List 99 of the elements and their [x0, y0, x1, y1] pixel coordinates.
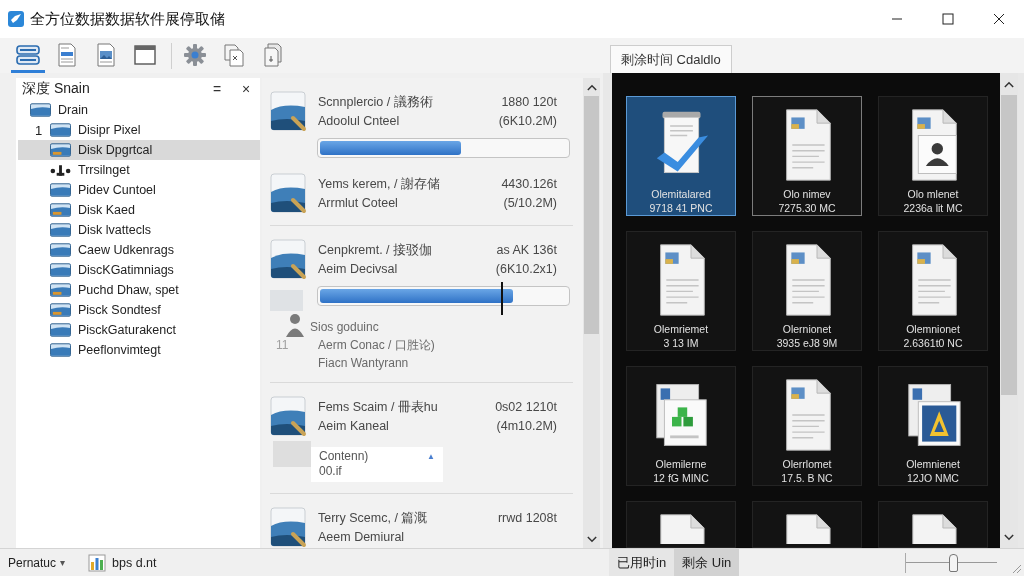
view-dropdown[interactable]: Pernatuc ▾	[8, 555, 66, 570]
close-panel-button[interactable]: ×	[236, 79, 256, 99]
tree-item[interactable]: Pidev Cuntoel	[18, 180, 260, 200]
drive-icon	[50, 243, 71, 257]
settings-icon	[182, 42, 208, 68]
entry-detail: (5/10.2M)	[503, 195, 557, 212]
drive-icon	[50, 223, 71, 237]
file-tile[interactable]	[878, 501, 988, 548]
attachment-label: Contenn)	[319, 449, 369, 464]
entry-title: Yems kerem, / 謝存储	[318, 176, 440, 193]
app-icon	[8, 11, 24, 27]
drive-icon	[50, 343, 71, 357]
entry-detail: (6K10.2M)	[498, 113, 557, 130]
tree-item[interactable]: Caew Udkenrags	[18, 240, 260, 260]
drive-icon	[50, 183, 71, 197]
disk-stack-icon	[15, 42, 41, 68]
entry-subtitle: Aeim Kaneal	[318, 418, 389, 435]
tree-item[interactable]: Pisck Sondtesf	[18, 300, 260, 320]
tagged-drive-icon	[50, 283, 71, 297]
resize-grip-icon	[1010, 562, 1022, 574]
chevron-down-icon	[1004, 533, 1014, 541]
entry-size: 1880 120t	[501, 94, 557, 111]
connector-icon	[50, 163, 71, 177]
entry-subtitle: Aeem Demiural	[318, 529, 405, 546]
drag-subtitle: Fiacn Wantyrann	[318, 356, 409, 371]
slider-thumb[interactable]	[949, 553, 959, 572]
drive-icon	[50, 123, 71, 137]
drag-caption: Sios goduinc	[310, 320, 379, 335]
file-tile[interactable]	[626, 501, 736, 548]
chevron-up-icon	[1004, 80, 1014, 88]
status-tab[interactable]: 剩余 Uin	[674, 549, 740, 576]
file-tile[interactable]: Olemriemet 3 13 IM	[626, 231, 736, 351]
entry-detail: (6K10.2x1)	[495, 261, 557, 278]
disk-image-icon	[270, 238, 308, 280]
drive-icon	[50, 323, 71, 337]
file-tile[interactable]: Olerrlomet 17.5. B NC	[752, 366, 862, 486]
disk-image-icon	[270, 172, 308, 214]
file-tile[interactable]: Olemilerne 12 fG MINC	[626, 366, 736, 486]
tagged-drive-icon	[50, 143, 71, 157]
tree-item[interactable]: Drain	[18, 100, 260, 120]
window-icon	[132, 42, 158, 68]
chevron-up-icon	[586, 83, 597, 91]
entry-subtitle: Adoolul Cnteel	[318, 113, 400, 130]
entry-title: Scnnplercio / 議務術	[318, 94, 433, 111]
entry-size: as AK 136t	[496, 242, 557, 259]
status-text: bps d.nt	[112, 555, 157, 570]
person-icon	[285, 312, 305, 338]
file-tile[interactable]: Olemitalared 9718 41 PNC	[626, 96, 736, 216]
entry-title: Terry Scemc, / 篇溉	[318, 510, 428, 527]
status-tab[interactable]: 已用时in	[609, 549, 675, 576]
drive-icon	[30, 103, 51, 117]
caret-icon: ▾	[60, 557, 66, 568]
chevron-down-icon	[586, 535, 597, 543]
disk-image-icon	[270, 395, 308, 437]
close-icon	[992, 13, 1005, 25]
scrollbar-thumb[interactable]	[1001, 95, 1017, 395]
menu-button[interactable]: =	[207, 79, 227, 99]
attachment-value: 00.if	[319, 464, 342, 479]
copy-icon	[221, 42, 247, 68]
disk-image-icon	[270, 90, 308, 132]
entry-detail: (4m10.2M)	[496, 418, 557, 435]
file-tile[interactable]: Olernionet 3935 eJ8 9M	[752, 231, 862, 351]
tree-item[interactable]: PisckGaturakenct	[18, 320, 260, 340]
tree-item[interactable]: Disk Dpgrtcal	[18, 140, 260, 160]
drag-index: 11	[276, 338, 289, 353]
attachment-box[interactable]: Contenn) ▲ 00.if	[311, 447, 443, 482]
file-tile[interactable]: Olemnienet 12JO NMC	[878, 366, 988, 486]
item-number: 1	[35, 122, 43, 138]
file-tile[interactable]: Olo mlenet 2236a lit MC	[878, 96, 988, 216]
tree-item[interactable]: Trrsilnget	[18, 160, 260, 180]
panel-tab[interactable]: 剩涂时间 Cdaldlo	[610, 45, 732, 73]
entry-subtitle: Aeim Decivsal	[318, 261, 398, 278]
entry-title: Fems Scaim / 冊表hu	[318, 399, 438, 416]
entry-subtitle: Arrmlut Coteel	[318, 195, 398, 212]
entry-size: 0s02 1210t	[495, 399, 557, 416]
maximize-icon	[941, 13, 954, 25]
entry-title: Cenpkremt. / 接驳伽	[318, 242, 433, 259]
file-tile[interactable]	[752, 501, 862, 548]
tagged-drive-icon	[50, 203, 71, 217]
tree-item[interactable]: Disk lvattecls	[18, 220, 260, 240]
window-title: 全方位数据数据软件展停取储	[30, 9, 225, 29]
file-tile[interactable]: Olo nimev 7275.30 MC	[752, 96, 862, 216]
tree-item[interactable]: 1 Disipr Pixel	[18, 120, 260, 140]
panel-title: 深度 Snain	[22, 80, 90, 98]
bar-chart-icon	[88, 553, 107, 572]
tree-item[interactable]: Peeflonvimtegt	[18, 340, 260, 360]
attachment-thumbnail	[273, 441, 311, 467]
up-arrow-icon: ▲	[427, 452, 435, 461]
tagged-drive-icon	[50, 303, 71, 317]
drive-icon	[50, 263, 71, 277]
tree-item[interactable]: Puchd Dhaw, spet	[18, 280, 260, 300]
scrollbar-thumb[interactable]	[584, 96, 599, 334]
drag-title: Aerm Conac / 口胜论)	[318, 338, 435, 353]
tree-item[interactable]: DiscKGatimniags	[18, 260, 260, 280]
insertion-marker	[501, 282, 503, 315]
tree-item[interactable]: Disk Kaed	[18, 200, 260, 220]
file-tile[interactable]: Olemnionet 2.6361t0 NC	[878, 231, 988, 351]
entry-size: 4430.126t	[501, 176, 557, 193]
entry-size: rrwd 1208t	[497, 510, 557, 527]
